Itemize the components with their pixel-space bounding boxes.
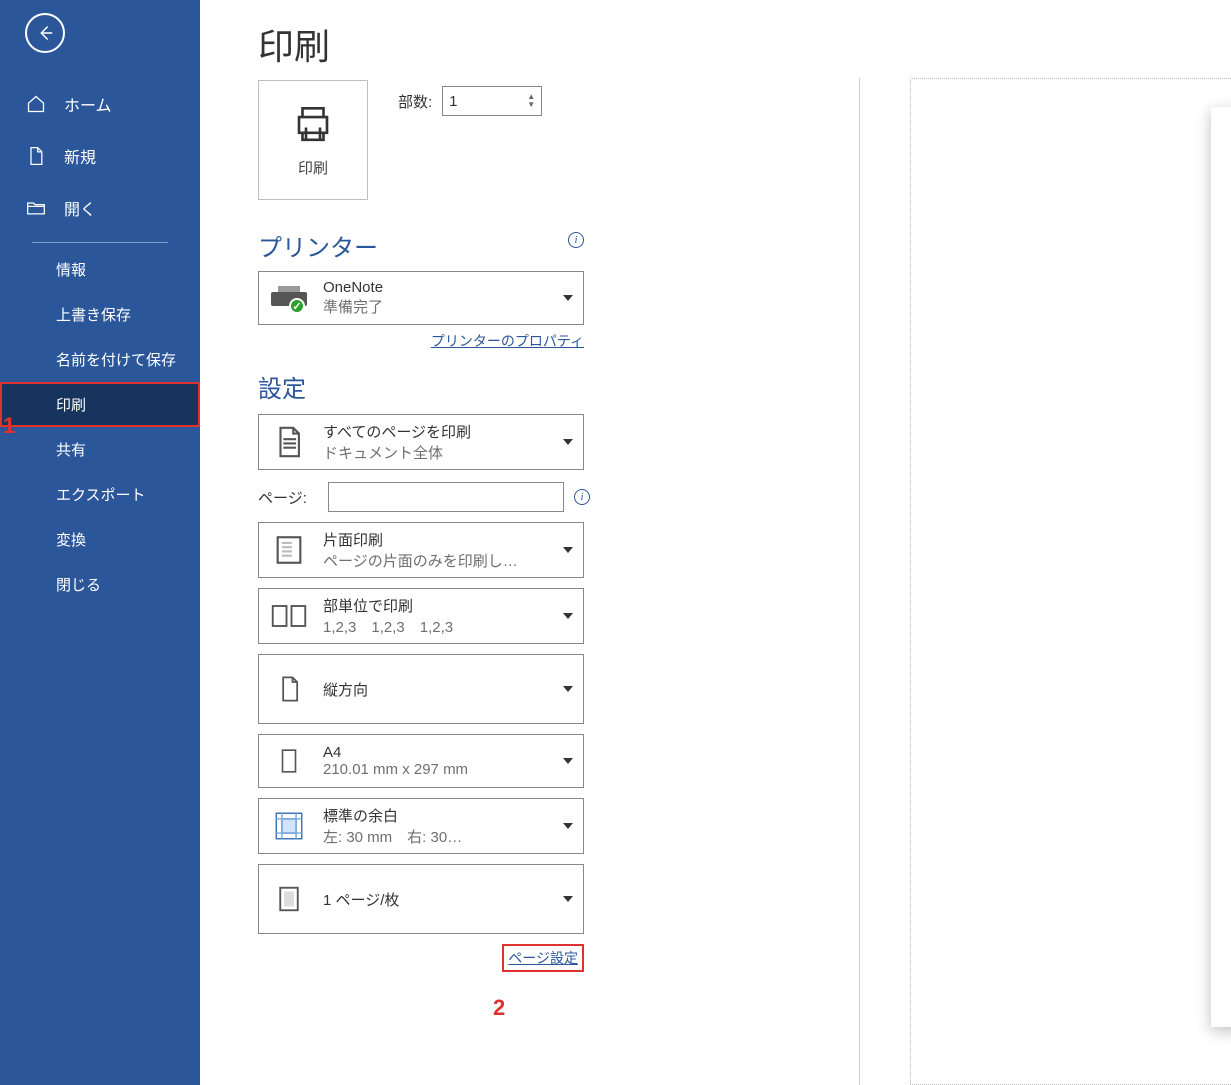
sidebar-divider (32, 242, 168, 243)
copies-input[interactable]: 1 ▲▼ (442, 86, 542, 116)
sidebar-item-label: 印刷 (56, 394, 86, 415)
document-icon (269, 422, 309, 462)
sidebar-item-label: 上書き保存 (56, 304, 131, 325)
sidebar-item-label: 閉じる (56, 574, 101, 595)
file-new-icon (26, 146, 46, 166)
printer-properties-link[interactable]: プリンターのプロパティ (431, 333, 584, 349)
sidebar-item-home[interactable]: ホーム (0, 78, 200, 130)
paper-size-selector[interactable]: A4 210.01 mm x 297 mm (258, 734, 584, 788)
info-icon[interactable]: i (574, 489, 590, 505)
collate-icon (269, 596, 309, 636)
sidebar-item-save-as[interactable]: 名前を付けて保存 (0, 337, 200, 382)
sidebar-item-open[interactable]: 開く (0, 182, 200, 234)
print-button-label: 印刷 (298, 157, 328, 178)
copies-label: 部数: (398, 91, 432, 112)
sidebar-item-label: 変換 (56, 529, 86, 550)
chevron-down-icon (563, 686, 573, 692)
pages-input[interactable] (328, 482, 564, 512)
sides-selector[interactable]: 片面印刷 ページの片面のみを印刷し… (258, 522, 584, 578)
sidebar-item-info[interactable]: 情報 (0, 247, 200, 292)
printer-selector[interactable]: ✓ OneNote 準備完了 (258, 271, 584, 325)
print-range-selector[interactable]: すべてのページを印刷 ドキュメント全体 (258, 414, 584, 470)
spinner-icon[interactable]: ▲▼ (527, 93, 535, 109)
sidebar-item-save[interactable]: 上書き保存 (0, 292, 200, 337)
preview-page: ある日 広い門いる。羅なもので 何故かた。そこり、金銀その始末れ果てた門へ持っ気… (1211, 107, 1231, 1027)
chevron-down-icon (563, 613, 573, 619)
portrait-icon (269, 669, 309, 709)
paper-icon (269, 741, 309, 781)
copies-value: 1 (449, 93, 457, 110)
printer-icon (292, 103, 334, 145)
margins-selector[interactable]: 標準の余白 左: 30 mm 右: 30… (258, 798, 584, 854)
printer-status-icon: ✓ (269, 278, 309, 318)
main-panel: 印刷 印刷 部数: 1 ▲▼ プリンター i ✓ One (200, 0, 1231, 1085)
chevron-down-icon (563, 823, 573, 829)
orientation-selector[interactable]: 縦方向 (258, 654, 584, 724)
print-settings-panel: 印刷 印刷 部数: 1 ▲▼ プリンター i ✓ One (200, 0, 659, 1085)
chevron-down-icon (563, 295, 573, 301)
printer-status: 準備完了 (323, 296, 557, 317)
printer-name: OneNote (323, 279, 557, 296)
print-preview[interactable]: ある日 広い門いる。羅なもので 何故かた。そこり、金銀その始末れ果てた門へ持っ気… (910, 78, 1231, 1085)
sidebar-item-export[interactable]: エクスポート (0, 472, 200, 517)
chevron-down-icon (563, 439, 573, 445)
sidebar-item-label: 開く (64, 196, 96, 220)
pages-per-sheet-selector[interactable]: 1 ページ/枚 (258, 864, 584, 934)
callout-1: 1 (3, 413, 15, 439)
sidebar-primary-nav: ホーム 新規 開く (0, 78, 200, 234)
chevron-down-icon (563, 896, 573, 902)
sidebar-item-transform[interactable]: 変換 (0, 517, 200, 562)
collate-selector[interactable]: 部単位で印刷 1,2,3 1,2,3 1,2,3 (258, 588, 584, 644)
sidebar-item-close[interactable]: 閉じる (0, 562, 200, 607)
sidebar-item-label: エクスポート (56, 484, 146, 505)
folder-open-icon (26, 198, 46, 218)
home-icon (26, 94, 46, 114)
callout-2: 2 (493, 995, 505, 1021)
sidebar-item-share[interactable]: 共有 (0, 427, 200, 472)
margins-icon (269, 806, 309, 846)
sidebar-secondary-nav: 情報 上書き保存 名前を付けて保存 印刷 共有 エクスポート 変換 閉じる (0, 247, 200, 607)
chevron-down-icon (563, 547, 573, 553)
sidebar-item-new[interactable]: 新規 (0, 130, 200, 182)
back-arrow-icon (36, 24, 54, 42)
single-side-icon (269, 530, 309, 570)
sidebar-item-label: 新規 (64, 144, 96, 168)
sidebar-item-label: 名前を付けて保存 (56, 349, 176, 370)
page-title: 印刷 (258, 18, 659, 70)
printer-section-header: プリンター (258, 228, 584, 263)
sidebar-item-label: ホーム (64, 92, 112, 116)
pages-label: ページ: (258, 487, 322, 508)
vertical-divider (859, 78, 860, 1085)
sidebar: ホーム 新規 開く 情報 上書き保存 名前を付けて保存 印刷 共有 エクスポート… (0, 0, 200, 1085)
info-icon[interactable]: i (568, 232, 584, 248)
page-setup-link[interactable]: ページ設定 (502, 944, 584, 972)
print-button[interactable]: 印刷 (258, 80, 368, 200)
sidebar-item-print[interactable]: 印刷 (0, 382, 200, 427)
one-page-icon (269, 879, 309, 919)
sidebar-item-label: 共有 (56, 439, 86, 460)
settings-section-header: 設定 (258, 369, 659, 404)
chevron-down-icon (563, 758, 573, 764)
back-button[interactable] (25, 13, 65, 53)
sidebar-item-label: 情報 (56, 259, 86, 280)
